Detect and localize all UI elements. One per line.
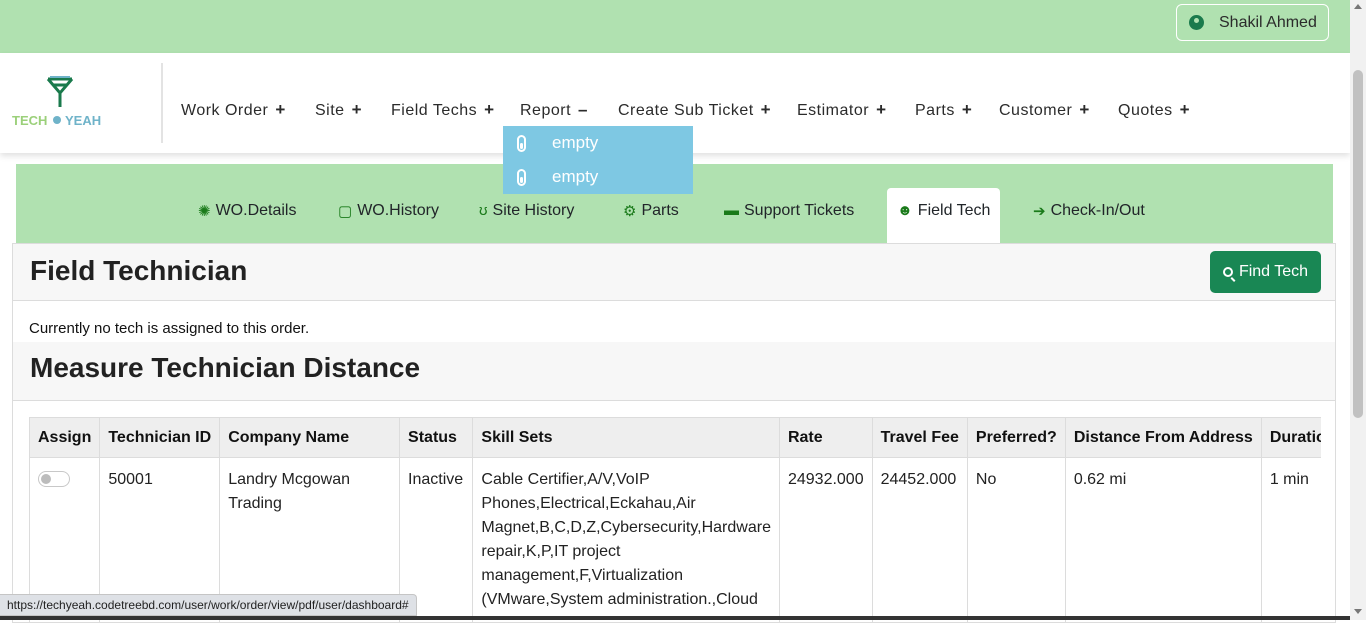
- plus-icon: +: [1079, 100, 1090, 119]
- tab-check-in-out[interactable]: ➔ Check-In/Out: [1033, 188, 1145, 243]
- report-dropdown-item[interactable]: empty: [503, 160, 693, 194]
- plus-icon: +: [351, 100, 363, 119]
- nav-site[interactable]: Site +: [315, 100, 362, 120]
- column-header[interactable]: Duration: [1260, 417, 1321, 458]
- distance-cell: 0.62 mi: [1064, 457, 1262, 622]
- column-header[interactable]: Status: [399, 417, 474, 458]
- no-tech-message: Currently no tech is assigned to this or…: [29, 320, 310, 337]
- measure-distance-title: Measure Technician Distance: [30, 352, 421, 383]
- cog-icon: ✺: [198, 203, 211, 220]
- column-header[interactable]: Rate: [778, 417, 873, 458]
- nav-parts[interactable]: Parts +: [915, 100, 972, 120]
- scroll-up-arrow-icon[interactable]: [1354, 4, 1362, 9]
- note-icon: ▢: [338, 203, 353, 220]
- nav-report[interactable]: Report –: [520, 100, 588, 120]
- column-header[interactable]: Skill Sets: [472, 417, 780, 458]
- column-header[interactable]: Assign: [29, 417, 101, 458]
- sign-in-icon: ➔: [1033, 203, 1046, 220]
- preferred-cell: No: [966, 457, 1066, 622]
- tab-support-tickets[interactable]: ▬ Support Tickets: [724, 188, 854, 243]
- tab-parts[interactable]: ⚙ Parts: [623, 188, 679, 243]
- logo-divider: [161, 63, 163, 143]
- field-technician-card: Field Technician Find Tech Currently no …: [12, 243, 1336, 623]
- top-bar: Shakil Ahmed: [0, 0, 1350, 53]
- user-name: Shakil Ahmed: [1219, 13, 1317, 31]
- tab-field-tech[interactable]: ☻ Field Tech: [887, 188, 1001, 243]
- measure-distance-header: Measure Technician Distance: [13, 342, 1335, 401]
- report-dropdown-item[interactable]: empty: [503, 126, 693, 160]
- column-header[interactable]: Travel Fee: [871, 417, 968, 458]
- nav-field-techs[interactable]: Field Techs +: [391, 100, 495, 120]
- user-menu-button[interactable]: Shakil Ahmed: [1176, 4, 1329, 41]
- duration-cell: 1 min: [1260, 457, 1321, 622]
- cogs-icon: ⚙: [623, 203, 637, 220]
- svg-text:TECH: TECH: [12, 113, 47, 128]
- nav-work-order[interactable]: Work Order +: [181, 100, 286, 120]
- tab-wo-history[interactable]: ▢ WO.History: [338, 188, 439, 243]
- minus-icon: –: [578, 100, 588, 119]
- ticket-icon: ▬: [724, 202, 739, 219]
- plus-icon: +: [961, 100, 973, 119]
- thermometer-icon: [517, 168, 526, 186]
- assign-toggle[interactable]: [38, 471, 70, 487]
- nav-create-sub-ticket[interactable]: Create Sub Ticket +: [618, 100, 771, 120]
- rate-cell: 24932.000: [778, 457, 873, 622]
- column-header[interactable]: Distance From Address: [1064, 417, 1262, 458]
- thermometer-icon: [517, 134, 526, 152]
- user-circle-icon: [1189, 15, 1204, 30]
- plus-icon: +: [275, 100, 286, 119]
- user-cog-icon: ☻: [897, 202, 913, 219]
- stethoscope-icon: ʊ: [479, 202, 488, 219]
- field-technician-header: Field Technician Find Tech: [13, 244, 1335, 301]
- table-header-row: Assign Technician ID Company Name Status…: [29, 417, 1321, 458]
- column-header[interactable]: Company Name: [219, 417, 401, 458]
- plus-icon: +: [484, 100, 495, 119]
- browser-status-url: https://techyeah.codetreebd.com/user/wor…: [0, 594, 417, 616]
- nav-quotes[interactable]: Quotes +: [1118, 100, 1190, 120]
- travel-fee-cell: 24452.000: [871, 457, 968, 622]
- tech-yeah-logo[interactable]: TECH YEAH: [10, 73, 110, 133]
- field-technician-title: Field Technician: [30, 255, 248, 286]
- technician-distance-table: Assign Technician ID Company Name Status…: [29, 417, 1321, 622]
- svg-text:YEAH: YEAH: [65, 113, 101, 128]
- nav-customer[interactable]: Customer +: [999, 100, 1090, 120]
- column-header[interactable]: Technician ID: [99, 417, 221, 458]
- scroll-down-arrow-icon[interactable]: [1354, 609, 1362, 614]
- plus-icon: +: [1179, 100, 1191, 119]
- skill-sets-cell: Cable Certifier,A/V,VoIP Phones,Electric…: [472, 457, 780, 622]
- find-tech-button[interactable]: Find Tech: [1210, 251, 1321, 293]
- plus-icon: +: [760, 100, 772, 119]
- bottom-edge: [0, 616, 1350, 620]
- search-icon: [1222, 267, 1233, 277]
- nav-estimator[interactable]: Estimator +: [797, 100, 887, 120]
- tab-wo-details[interactable]: ✺ WO.Details: [198, 188, 296, 243]
- column-header[interactable]: Preferred?: [966, 417, 1066, 458]
- tab-site-history[interactable]: ʊ Site History: [479, 188, 574, 243]
- report-dropdown-menu: empty empty: [503, 126, 693, 194]
- scrollbar-thumb[interactable]: [1353, 70, 1363, 418]
- plus-icon: +: [876, 100, 887, 119]
- page-scrollbar[interactable]: [1350, 0, 1366, 620]
